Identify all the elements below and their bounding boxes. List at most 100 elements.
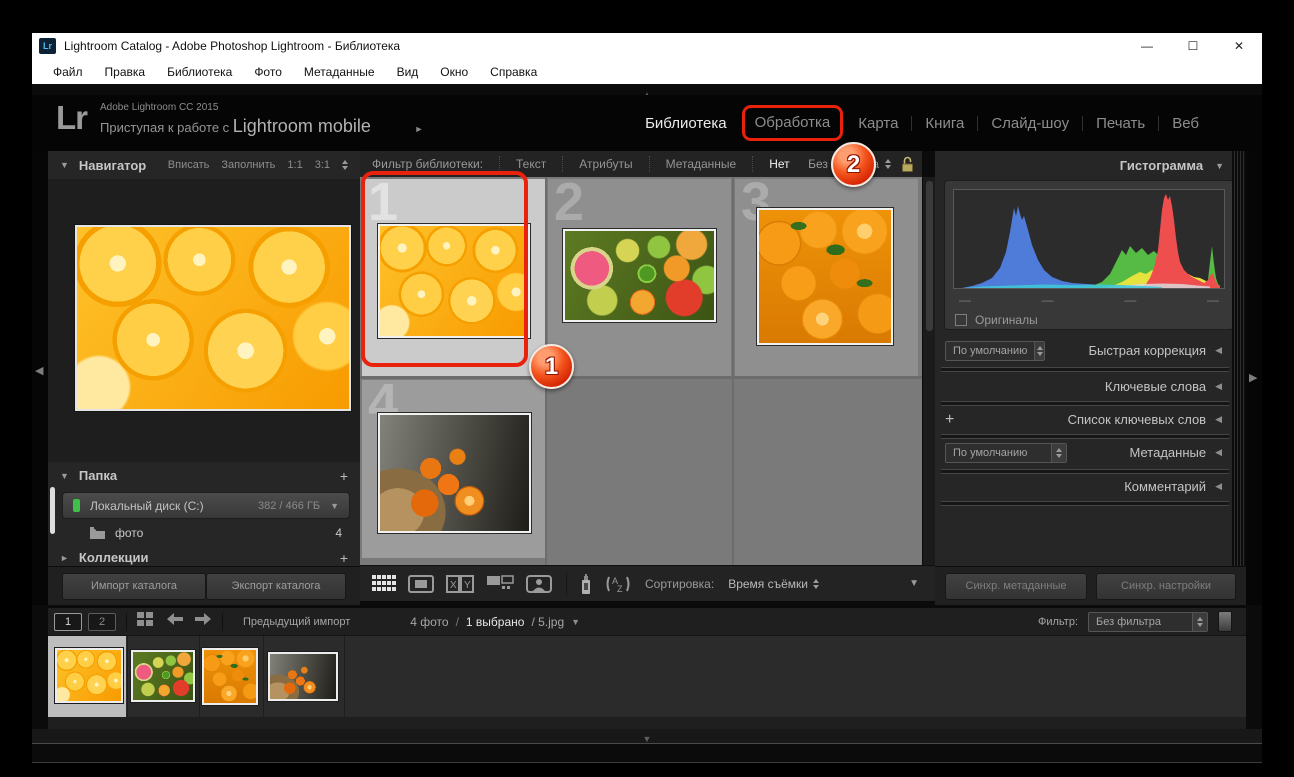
compare-view-icon[interactable]: XY <box>446 575 474 593</box>
module-map[interactable]: Карта <box>845 115 911 132</box>
collapse-icon[interactable]: ► <box>60 553 69 563</box>
filmstrip-thumb-orange-slices[interactable] <box>55 648 123 703</box>
expand-left-icon[interactable]: ◀ <box>1215 447 1222 458</box>
promo-arrow-icon[interactable]: ► <box>414 124 423 134</box>
metadata-preset-dropdown[interactable]: По умолчанию <box>945 443 1067 463</box>
previous-photo-icon[interactable] <box>166 612 184 631</box>
export-catalog-button[interactable]: Экспорт каталога <box>206 573 346 600</box>
histogram-header[interactable]: Гистограмма ▼ <box>935 151 1246 180</box>
zoom-spinner-icon[interactable] <box>342 160 348 170</box>
collapse-icon[interactable]: ▼ <box>60 471 69 481</box>
module-web[interactable]: Веб <box>1159 115 1212 132</box>
keyword-list-header[interactable]: + Список ключевых слов ◀ <box>935 406 1232 433</box>
people-view-icon[interactable] <box>526 575 552 593</box>
collapse-left-panel-icon[interactable]: ◀ <box>35 364 43 377</box>
filter-toggle-switch[interactable] <box>1218 611 1232 632</box>
originals-checkbox[interactable] <box>955 314 967 326</box>
grid-scrollbar-thumb[interactable] <box>926 181 933 331</box>
menu-file[interactable]: Файл <box>42 65 94 79</box>
expand-left-icon[interactable]: ◀ <box>1215 481 1222 492</box>
readout-whites[interactable]: — <box>1207 293 1219 307</box>
add-keyword-icon[interactable]: + <box>945 411 954 429</box>
grid-view-icon[interactable] <box>372 575 396 592</box>
volume-browser-row[interactable]: Локальный диск (C:) 382 / 466 ГБ ▼ <box>62 492 350 519</box>
expand-left-icon[interactable]: ◀ <box>1215 414 1222 425</box>
collections-header[interactable]: ► Коллекции + <box>48 549 360 566</box>
menu-photo[interactable]: Фото <box>243 65 293 79</box>
file-caret-icon[interactable]: ▼ <box>571 617 580 627</box>
folder-row-photo[interactable]: фото 4 <box>62 522 350 544</box>
photo-thumbnail-citrus-mix[interactable] <box>563 229 716 322</box>
sort-direction-icon[interactable]: AZ <box>605 574 631 594</box>
photo-thumbnail-oranges-basket[interactable] <box>378 413 531 533</box>
comments-header[interactable]: Комментарий ◀ <box>935 473 1232 500</box>
source-indicator[interactable]: Предыдущий импорт <box>243 616 350 628</box>
menu-edit[interactable]: Правка <box>94 65 157 79</box>
module-library[interactable]: Библиотека <box>632 115 740 132</box>
sync-settings-button[interactable]: Синхр. настройки <box>1096 573 1236 600</box>
readout-shadows[interactable]: — <box>1042 293 1054 307</box>
second-window-button[interactable]: 2 <box>88 613 116 631</box>
expand-left-icon[interactable]: ◀ <box>1215 345 1222 356</box>
sort-value-dropdown[interactable]: Время съёмки <box>728 577 819 591</box>
maximize-button[interactable]: ☐ <box>1170 33 1216 59</box>
menu-library[interactable]: Библиотека <box>156 65 243 79</box>
filmstrip-thumb-oranges-pile[interactable] <box>202 648 258 705</box>
menu-help[interactable]: Справка <box>479 65 548 79</box>
navigator-preview-image[interactable] <box>75 225 351 411</box>
navigator-header[interactable]: ▼ Навигатор Вписать Заполнить 1:1 3:1 <box>48 151 360 179</box>
filmstrip-thumb-citrus-mix[interactable] <box>131 650 195 702</box>
filmstrip-filter-dropdown[interactable]: Без фильтра <box>1088 612 1208 632</box>
add-collection-icon[interactable]: + <box>340 550 348 566</box>
main-window-button[interactable]: 1 <box>54 613 82 631</box>
collapse-icon[interactable]: ▼ <box>60 160 69 170</box>
right-panel-scroll-ribs[interactable] <box>1232 151 1246 605</box>
left-panel-scrollbar[interactable] <box>50 487 55 534</box>
sync-metadata-button[interactable]: Синхр. метаданные <box>945 573 1087 600</box>
zoom-1-1[interactable]: 1:1 <box>287 159 302 171</box>
expand-left-icon[interactable]: ◀ <box>1215 381 1222 392</box>
collapse-icon[interactable]: ▼ <box>1215 161 1224 171</box>
collapse-right-panel-icon[interactable]: ▶ <box>1249 371 1257 384</box>
filter-metadata[interactable]: Метаданные <box>649 156 753 172</box>
loupe-view-icon[interactable] <box>408 575 434 593</box>
folders-header[interactable]: ▼ Папка + <box>48 462 360 489</box>
close-button[interactable]: ✕ <box>1216 33 1262 59</box>
metadata-header[interactable]: По умолчанию Метаданные ◀ <box>935 439 1232 466</box>
minimize-button[interactable]: — <box>1124 33 1170 59</box>
zoom-3-1[interactable]: 3:1 <box>315 159 330 171</box>
filter-text[interactable]: Текст <box>499 156 562 172</box>
module-develop[interactable]: Обработка <box>755 114 831 131</box>
zoom-fill[interactable]: Заполнить <box>221 159 275 171</box>
quick-develop-preset-dropdown[interactable]: По умолчанию <box>945 341 1045 361</box>
keywording-header[interactable]: Ключевые слова ◀ <box>935 373 1232 400</box>
bottom-panel-reveal-strip[interactable]: ▼ <box>32 729 1262 744</box>
menu-window[interactable]: Окно <box>429 65 479 79</box>
module-slideshow[interactable]: Слайд-шоу <box>978 115 1082 132</box>
selection-summary[interactable]: 4 фото / 1 выбрано / 5.jpg ▼ <box>410 615 580 629</box>
readout-blacks[interactable]: — <box>959 293 971 307</box>
quick-develop-header[interactable]: По умолчанию Быстрая коррекция ◀ <box>935 337 1232 364</box>
zoom-fit[interactable]: Вписать <box>168 159 210 171</box>
grid-scrollbar[interactable] <box>922 177 935 565</box>
module-print[interactable]: Печать <box>1083 115 1158 132</box>
volume-collapse-icon[interactable]: ▼ <box>330 501 339 511</box>
filter-attributes[interactable]: Атрибуты <box>562 156 648 172</box>
filmstrip-thumb-oranges-basket[interactable] <box>268 652 338 701</box>
next-photo-icon[interactable] <box>194 612 212 631</box>
filter-lock-icon[interactable] <box>901 156 914 173</box>
module-book[interactable]: Книга <box>912 115 977 132</box>
add-folder-icon[interactable]: + <box>340 468 348 484</box>
menu-metadata[interactable]: Метаданные <box>293 65 386 79</box>
histogram-chart[interactable] <box>953 189 1225 289</box>
import-catalog-button[interactable]: Импорт каталога <box>62 573 206 600</box>
readout-highlights[interactable]: — <box>1124 293 1136 307</box>
top-panel-reveal-strip[interactable]: ▲ <box>32 84 1262 95</box>
photo-thumbnail-oranges-pile[interactable] <box>757 208 893 345</box>
survey-view-icon[interactable] <box>486 575 514 593</box>
menu-view[interactable]: Вид <box>386 65 430 79</box>
toolbar-options-icon[interactable]: ▼ <box>909 578 919 589</box>
grid-back-icon[interactable] <box>137 612 154 632</box>
painter-spray-can-icon[interactable] <box>579 573 593 595</box>
filter-none[interactable]: Нет <box>752 156 805 172</box>
